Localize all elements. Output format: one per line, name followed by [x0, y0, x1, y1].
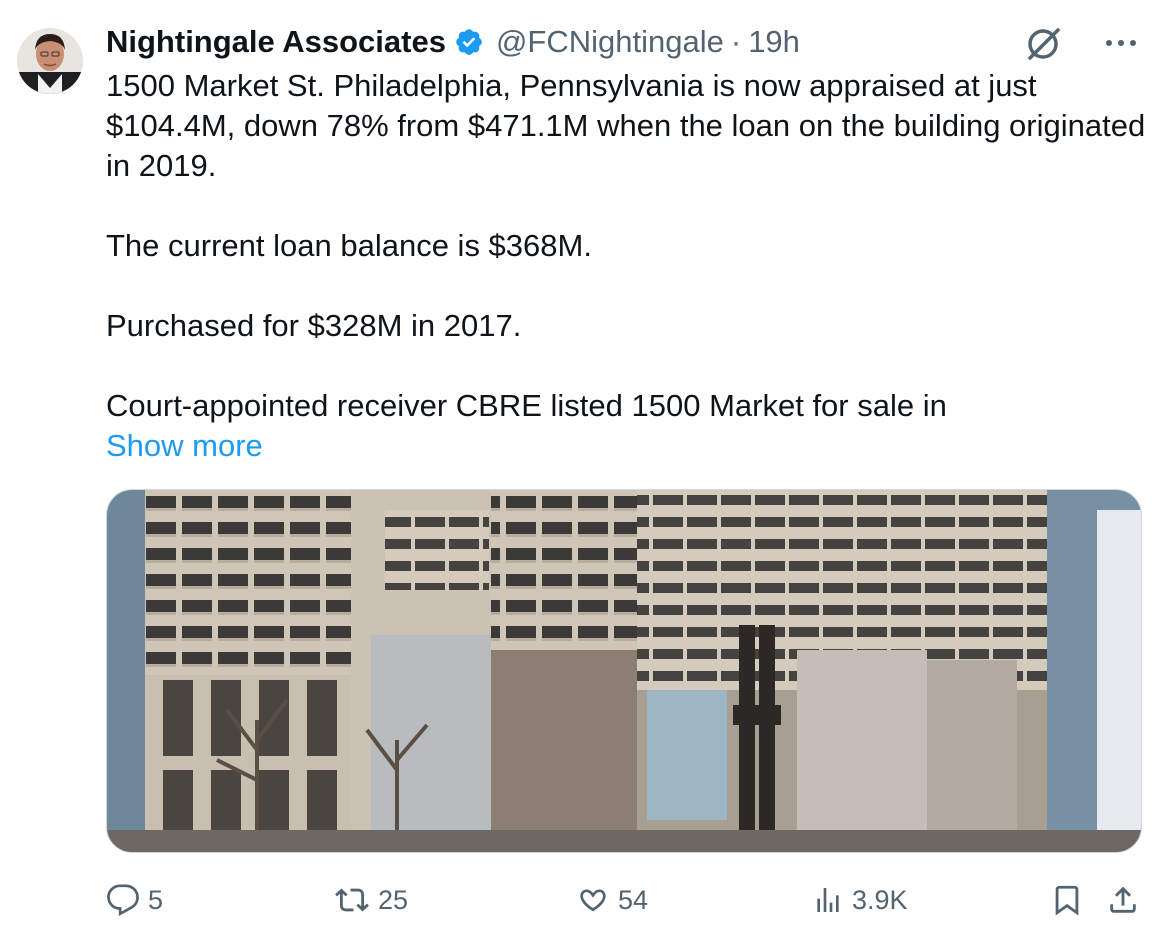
- show-more-link[interactable]: Show more: [106, 426, 263, 466]
- views-count: 3.9K: [852, 884, 908, 915]
- text-line: Purchased for $328M in 2017.: [106, 308, 522, 343]
- reply-button[interactable]: 5: [106, 872, 163, 928]
- text-line: Court-appointed receiver CBRE listed 150…: [106, 388, 947, 423]
- share-button[interactable]: [1106, 872, 1148, 928]
- retweet-icon: [335, 888, 369, 912]
- author-handle[interactable]: @FCNightingale: [496, 24, 724, 60]
- more-icon[interactable]: [1100, 30, 1142, 56]
- bookmark-icon: [1055, 885, 1079, 916]
- like-count: 54: [618, 884, 649, 915]
- verified-badge-icon: [454, 27, 484, 57]
- reply-icon: [107, 884, 139, 917]
- avatar[interactable]: [16, 22, 84, 100]
- grok-icon[interactable]: [1022, 22, 1064, 64]
- text-line: The current loan balance is $368M.: [106, 228, 592, 263]
- views-icon: [817, 888, 839, 912]
- share-icon: [1110, 886, 1136, 913]
- retweet-count: 25: [378, 884, 409, 915]
- tweet: Nightingale Associates @FCNightingale · …: [0, 0, 1172, 942]
- like-icon: [580, 889, 606, 912]
- author-name[interactable]: Nightingale Associates: [106, 24, 446, 60]
- views-button[interactable]: 3.9K: [812, 872, 908, 928]
- text-line: in 2019.: [106, 148, 217, 183]
- like-button[interactable]: 54: [576, 872, 648, 928]
- text-line: 1500 Market St. Philadelphia, Pennsylvan…: [106, 68, 1037, 103]
- tweet-image[interactable]: [106, 489, 1142, 853]
- text-line: $104.4M, down 78% from $471.1M when the …: [106, 108, 1146, 143]
- separator: ·: [730, 24, 742, 59]
- tweet-text: 1500 Market St. Philadelphia, Pennsylvan…: [106, 66, 1156, 426]
- bookmark-button[interactable]: [1050, 872, 1092, 928]
- action-bar: 5 25 54 3.9K: [106, 872, 1150, 928]
- tweet-header: Nightingale Associates @FCNightingale · …: [106, 22, 800, 62]
- retweet-button[interactable]: 25: [334, 872, 408, 928]
- reply-count: 5: [148, 884, 164, 915]
- timestamp[interactable]: 19h: [748, 24, 800, 60]
